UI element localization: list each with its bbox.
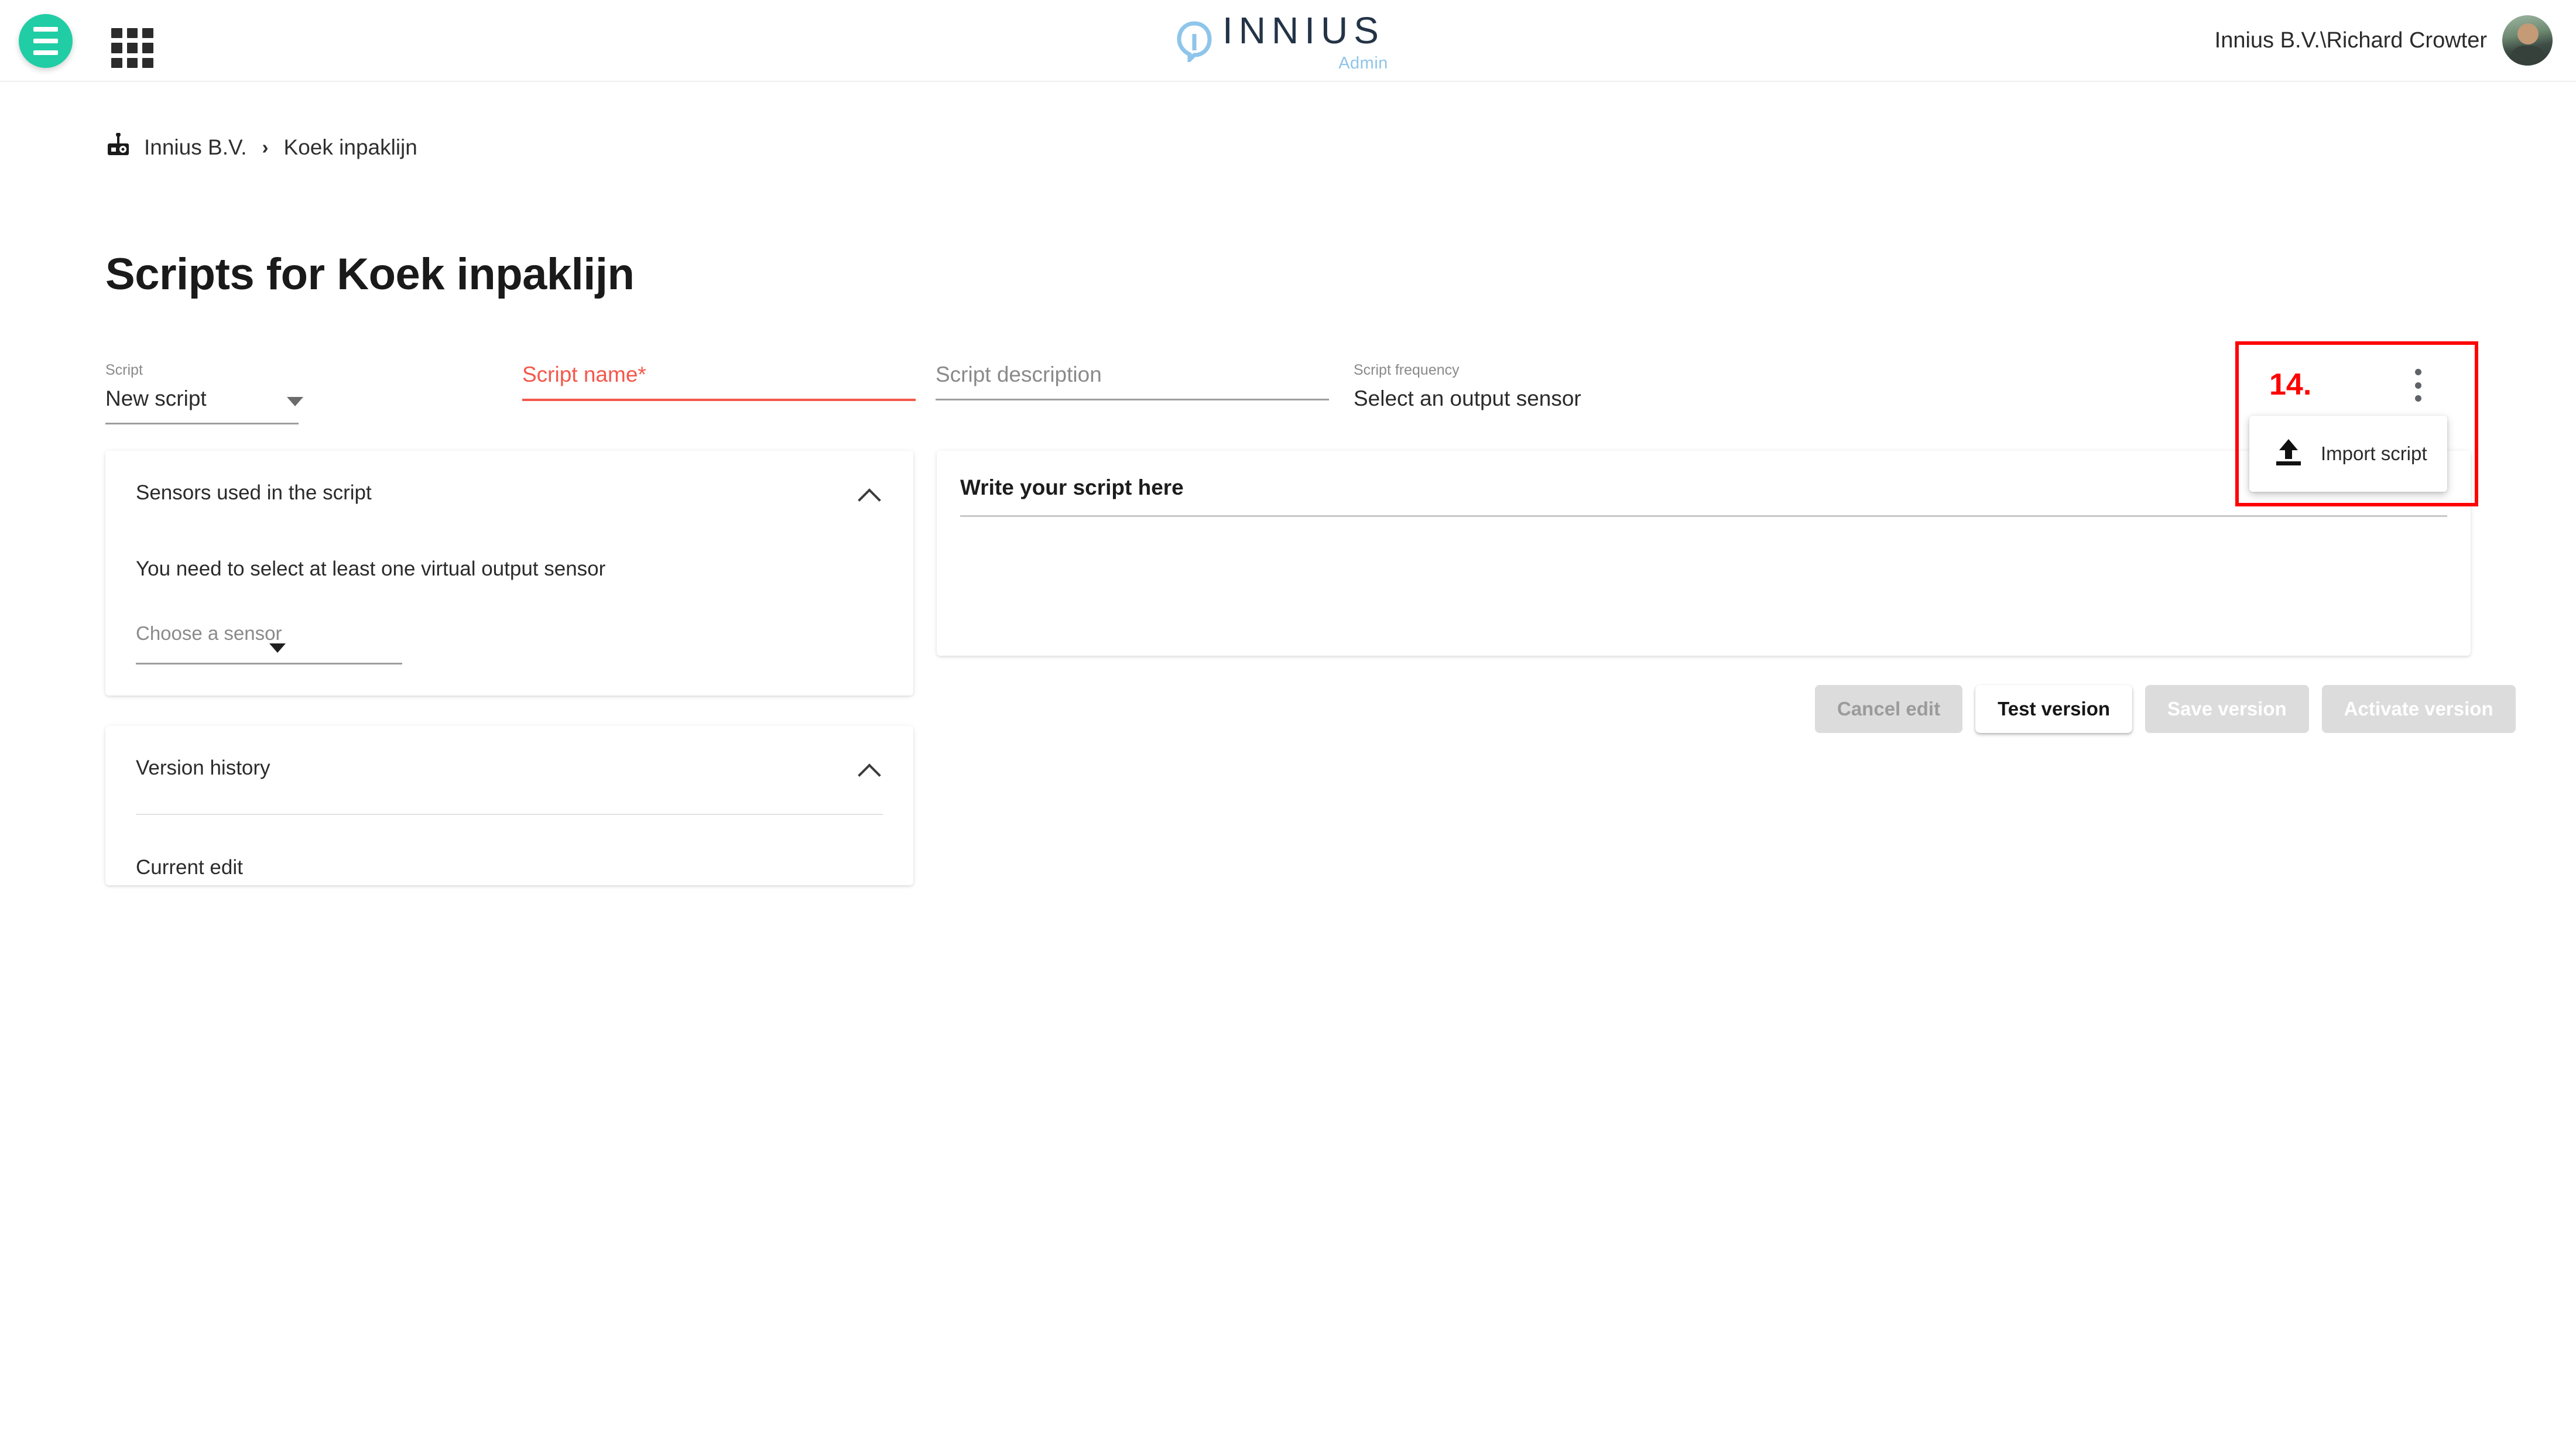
script-frequency-select[interactable]: Script frequency Select an output sensor [1354,363,1681,411]
script-name-underline [522,398,916,401]
machine-icon [105,132,131,162]
chevron-up-icon[interactable] [859,760,879,780]
breadcrumb-root[interactable]: Innius B.V. [144,135,247,160]
upload-icon [2273,438,2304,470]
action-button-row: Cancel edit Test version Save version Ac… [1815,685,2516,733]
chevron-up-icon[interactable] [859,485,879,505]
version-history-card: Version history Current edit [105,726,913,885]
script-description-input[interactable]: Script description [936,362,1329,400]
hamburger-bar [33,39,58,43]
activate-version-button[interactable]: Activate version [2321,685,2516,733]
breadcrumb: Innius B.V. › Koek inpaklijn [105,132,417,162]
hamburger-bar [33,50,58,55]
script-name-input[interactable]: Script name* [522,362,916,401]
list-item[interactable]: Current edit [136,856,243,879]
page-title: Scripts for Koek inpaklijn [105,249,635,299]
innius-logo: INNIUS Admin [1177,9,1388,73]
save-version-button[interactable]: Save version [2145,685,2309,733]
cancel-edit-button[interactable]: Cancel edit [1815,685,1963,733]
sensors-card: Sensors used in the script You need to s… [105,451,913,696]
script-description-underline [936,398,1329,400]
more-vert-icon[interactable] [2402,366,2434,404]
annotation-step-number: 14. [2269,368,2312,402]
hamburger-bar [33,27,58,32]
script-description-placeholder: Script description [936,362,1102,386]
version-history-title: Version history [136,756,270,779]
script-select-value: New script [105,386,207,410]
chevron-down-icon [269,643,286,653]
breadcrumb-current[interactable]: Koek inpaklijn [284,135,417,160]
page-content: Innius B.V. › Koek inpaklijn Scripts for… [0,82,2576,1449]
script-select-label: Script [105,362,143,378]
script-frequency-label: Script frequency [1354,362,1460,378]
chevron-down-icon [287,397,303,406]
hamburger-icon[interactable] [19,14,73,68]
sensors-validation-message: You need to select at least one virtual … [136,557,606,580]
choose-sensor-placeholder: Choose a sensor [136,622,282,644]
choose-sensor-select[interactable]: Choose a sensor [136,624,402,664]
brand-wordmark: INNIUS [1222,9,1385,52]
innius-mark-icon [1177,21,1212,65]
script-editor-textarea[interactable] [960,520,2447,637]
choose-sensor-underline [136,663,402,664]
sensors-card-title: Sensors used in the script [136,481,372,504]
apps-grid-icon[interactable] [111,28,153,68]
script-editor-title: Write your script here [960,475,1184,499]
script-select-underline [105,422,299,424]
avatar[interactable] [2502,15,2553,66]
user-menu[interactable]: Innius B.V.\Richard Crowter [2215,15,2553,66]
top-bar: INNIUS Admin Innius B.V.\Richard Crowter [0,0,2576,82]
script-name-label: Script name* [522,362,646,386]
divider [960,515,2447,517]
test-version-button[interactable]: Test version [1975,685,2133,733]
user-name-label: Innius B.V.\Richard Crowter [2214,28,2487,53]
script-frequency-value: Select an output sensor [1354,386,1581,410]
brand-subtitle: Admin [1338,54,1388,73]
import-script-menu-item[interactable]: Import script [2249,416,2447,492]
import-script-label: Import script [2321,443,2427,464]
chevron-right-icon: › [262,136,269,158]
script-select[interactable]: Script New script [105,362,303,424]
divider [136,814,883,815]
